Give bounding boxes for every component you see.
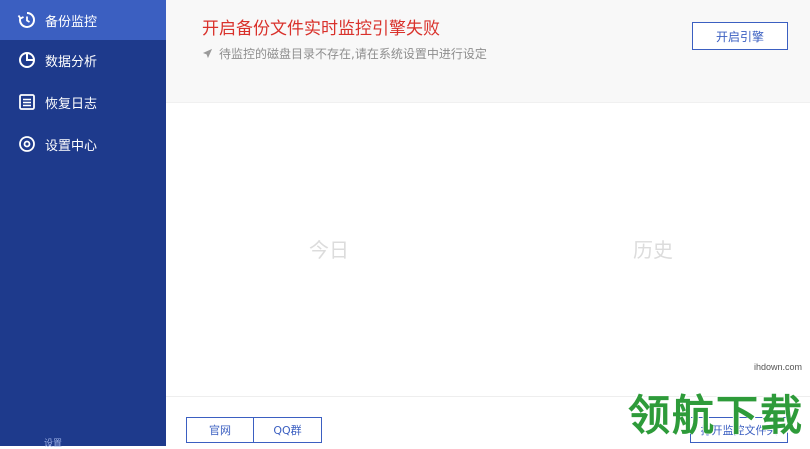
tab-today[interactable]: 今日 (309, 234, 349, 263)
watermark-domain: ihdown.com (751, 362, 804, 372)
settings-target-icon (17, 134, 37, 154)
sidebar-item-settings-center[interactable]: 设置中心 (0, 124, 166, 164)
official-site-button[interactable]: 官网 (186, 417, 254, 443)
sidebar-item-label: 恢复日志 (45, 96, 98, 112)
open-monitor-folder-button[interactable]: 打开监控文件夹 (690, 417, 788, 443)
alert-message: 待监控的磁盘目录不存在,请在系统设置中进行设定 (202, 45, 487, 62)
sidebar-item-label: 数据分析 (45, 54, 98, 70)
log-list-icon (17, 92, 37, 112)
sidebar-item-label: 设置中心 (45, 138, 98, 154)
sidebar-footer-text: 设置 (44, 439, 63, 449)
alert-header: 开启备份文件实时监控引擎失败 待监控的磁盘目录不存在,请在系统设置中进行设定 开… (166, 0, 810, 103)
footer-bar: 官网 QQ群 打开监控文件夹 (166, 396, 810, 447)
sidebar-item-recovery-log[interactable]: 恢复日志 (0, 82, 166, 122)
history-icon (17, 10, 37, 30)
sidebar-item-data-analysis[interactable]: 数据分析 (0, 40, 166, 80)
sidebar-item-label: 备份监控 (45, 14, 98, 30)
pie-chart-icon (17, 50, 37, 70)
sidebar-item-backup-monitor[interactable]: 备份监控 (0, 0, 166, 40)
tab-history[interactable]: 历史 (633, 234, 673, 263)
start-engine-button[interactable]: 开启引擎 (692, 22, 788, 50)
sidebar: 备份监控 数据分析 恢复日志 设置中心 设置 (0, 0, 166, 449)
alert-title: 开启备份文件实时监控引擎失败 (202, 19, 440, 39)
qq-group-button[interactable]: QQ群 (254, 417, 322, 443)
alert-message-text: 待监控的磁盘目录不存在,请在系统设置中进行设定 (219, 47, 487, 61)
send-icon (202, 48, 213, 59)
